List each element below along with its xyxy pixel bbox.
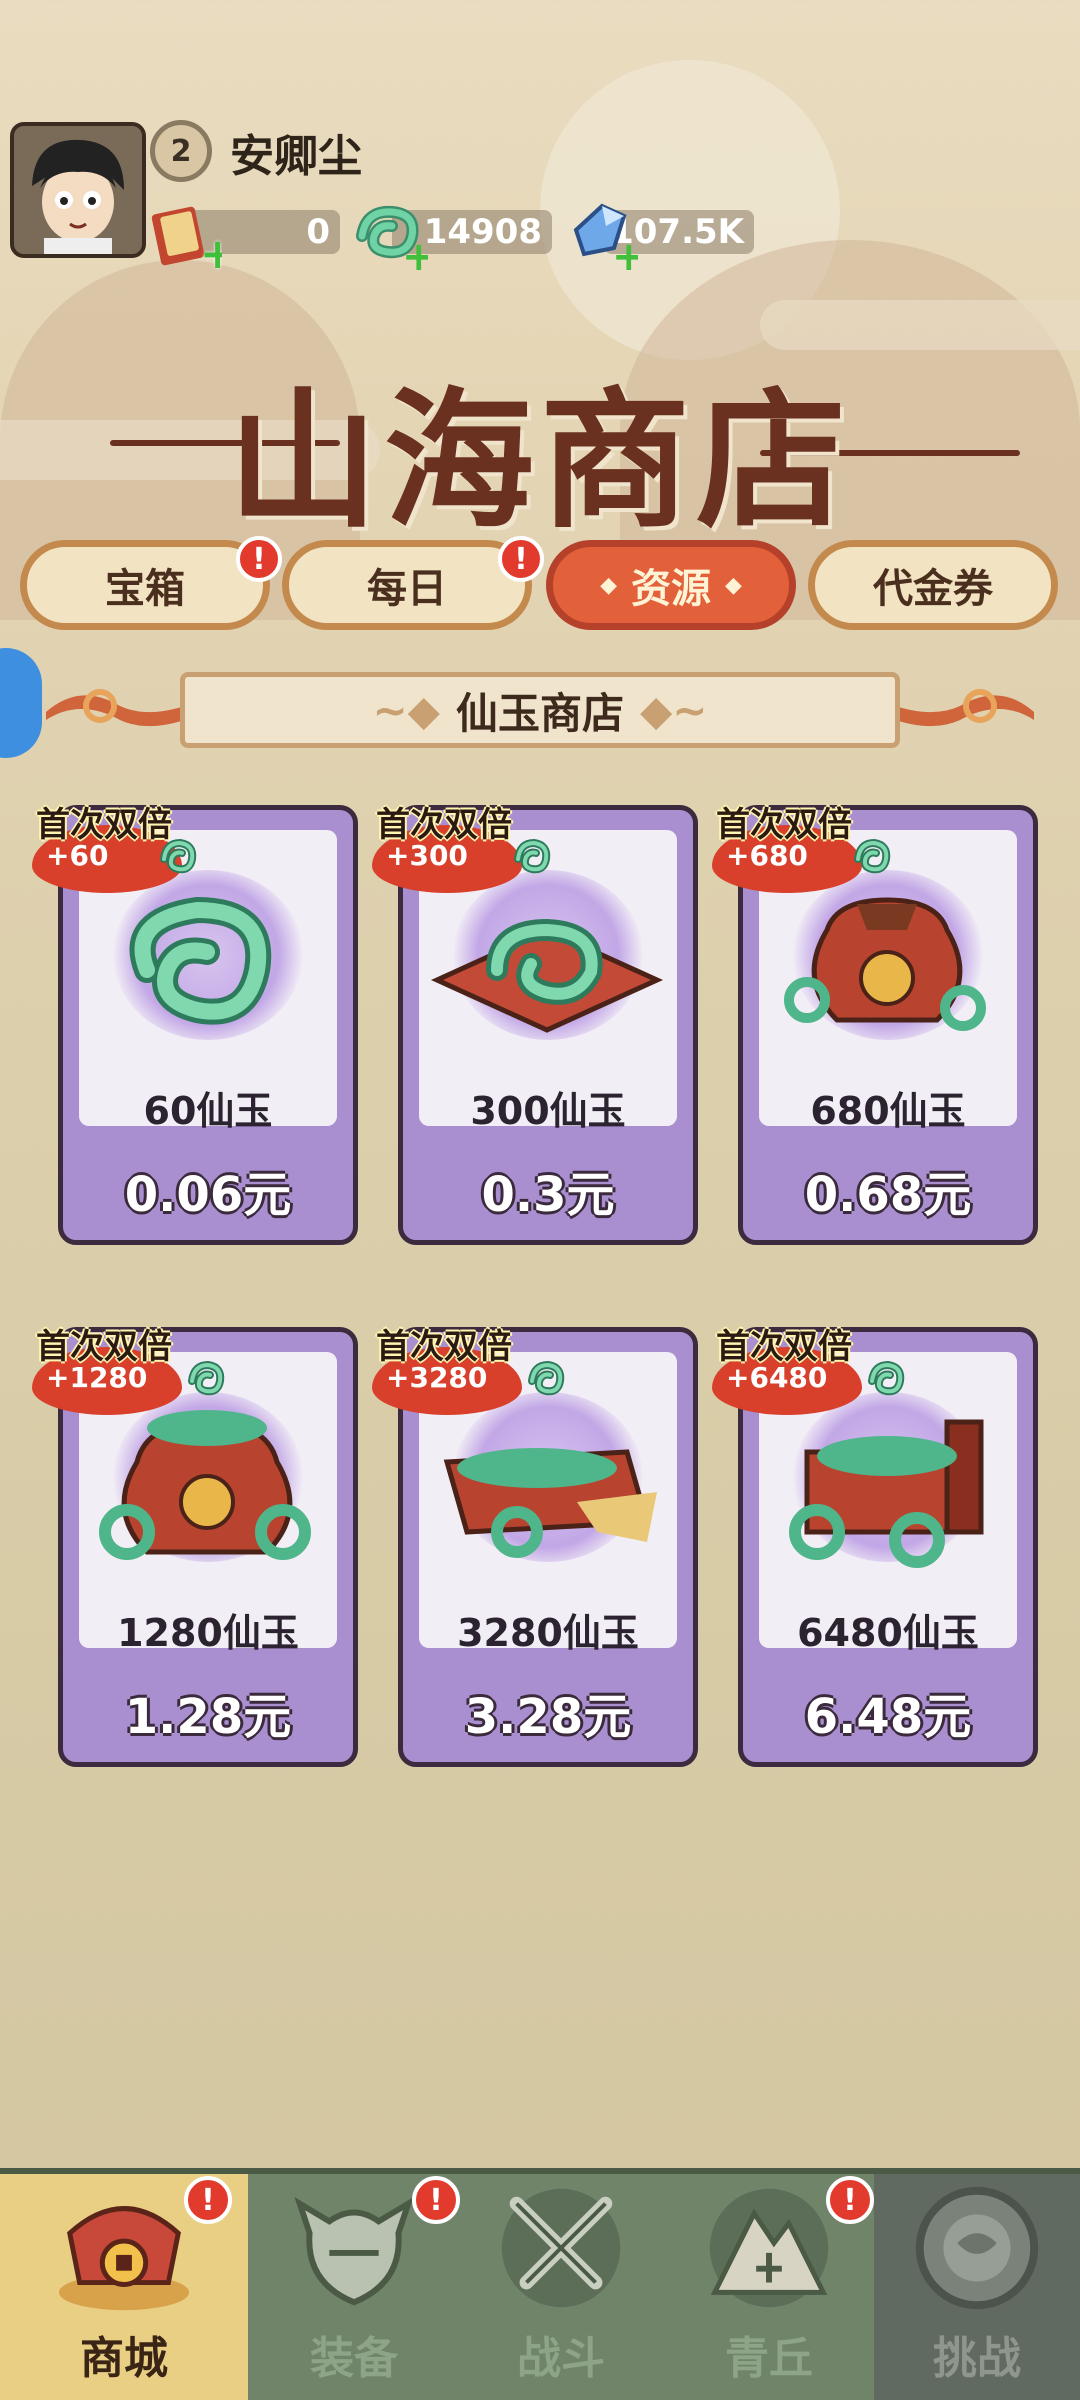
swirl-ornament-icon: ~◆ xyxy=(372,685,440,735)
product-quantity: 1280仙玉 xyxy=(117,1611,299,1655)
product-price-button[interactable]: 1.28元 xyxy=(63,1677,353,1747)
product-quantity: 680仙玉 xyxy=(810,1089,966,1133)
tab-treasure-chest-alert-badge: ! xyxy=(236,536,282,582)
floating-assist-button[interactable] xyxy=(0,648,42,758)
jade-coin-icon xyxy=(184,1357,228,1401)
jade-coin-icon xyxy=(850,835,894,879)
section-title: 仙玉商店 xyxy=(455,688,624,738)
bonus-amount: +1280 xyxy=(46,1361,148,1394)
jade-coin-icon xyxy=(864,1357,908,1401)
product-price-button[interactable]: 0.06元 xyxy=(63,1155,353,1225)
locked-orb-icon xyxy=(915,2186,1039,2310)
nav-label: 装备 xyxy=(310,2333,398,2384)
nav-battle[interactable]: 战斗 xyxy=(458,2174,664,2400)
tab-daily-alert-badge: ! xyxy=(498,536,544,582)
product-price-button[interactable]: 0.3元 xyxy=(403,1155,693,1225)
product-quantity: 6480仙玉 xyxy=(797,1611,979,1655)
product-price-button[interactable]: 0.68元 xyxy=(743,1155,1033,1225)
product-quantity: 3280仙玉 xyxy=(457,1611,639,1655)
shop-title: 山海商店 xyxy=(227,373,852,549)
mountain-peak-icon xyxy=(709,2188,829,2308)
mall-shop-icon xyxy=(58,2206,190,2311)
section-banner: ~◆ 仙玉商店 ◆~ xyxy=(180,672,900,748)
nav-label: 战斗 xyxy=(517,2333,605,2384)
nav-label: 商城 xyxy=(80,2333,168,2384)
jade-coin-icon[interactable]: + xyxy=(352,196,436,280)
product-quantity: 60仙玉 xyxy=(143,1089,273,1133)
tab-label: 资源 xyxy=(631,566,711,612)
bonus-amount: +3280 xyxy=(386,1361,488,1394)
tab-resources[interactable]: ◆ 资源 ◆ xyxy=(546,540,796,630)
svg-text:+: + xyxy=(612,234,638,272)
nav-mall-alert-badge: ! xyxy=(184,2176,232,2224)
player-level-badge: 2 xyxy=(150,120,212,182)
nav-equipment-alert-badge: ! xyxy=(412,2176,460,2224)
bonus-amount: +300 xyxy=(386,839,468,872)
player-avatar[interactable] xyxy=(10,122,146,258)
scroll-ticket-icon[interactable]: + xyxy=(146,196,235,278)
tab-treasure-chest[interactable]: 宝箱 xyxy=(20,540,270,630)
tab-label: 代金券 xyxy=(873,566,993,612)
crossed-swords-icon xyxy=(501,2188,621,2308)
product-price-button[interactable]: 6.48元 xyxy=(743,1677,1033,1747)
nav-label: 挑战 xyxy=(933,2333,1021,2384)
swirl-ornament-icon: ◆~ xyxy=(640,685,708,735)
nav-label: 青丘 xyxy=(725,2333,813,2384)
diamond-ornament-icon: ◆ xyxy=(725,572,742,598)
bonus-amount: +6480 xyxy=(726,1361,828,1394)
jade-coin-icon xyxy=(524,1357,568,1401)
jade-coin-icon xyxy=(510,835,554,879)
cloud-ornament-right-icon xyxy=(880,676,1040,740)
nav-challenge[interactable]: 挑战 xyxy=(874,2174,1080,2400)
product-quantity: 300仙玉 xyxy=(470,1089,626,1133)
tab-vouchers[interactable]: 代金券 xyxy=(808,540,1058,630)
tab-daily[interactable]: 每日 xyxy=(282,540,532,630)
bonus-amount: +60 xyxy=(46,839,109,872)
svg-text:+: + xyxy=(200,229,222,272)
jade-coin-icon xyxy=(156,835,200,879)
player-name: 安卿尘 xyxy=(230,131,362,182)
crystal-icon[interactable]: + xyxy=(562,196,646,280)
helmet-icon xyxy=(294,2196,414,2306)
diamond-ornament-icon: ◆ xyxy=(600,572,617,598)
product-price-button[interactable]: 3.28元 xyxy=(403,1677,693,1747)
bonus-amount: +680 xyxy=(726,839,808,872)
svg-text:+: + xyxy=(402,234,428,272)
cloud-ornament-left-icon xyxy=(40,676,200,740)
tab-label: 宝箱 xyxy=(105,566,185,612)
nav-qingqiu-alert-badge: ! xyxy=(826,2176,874,2224)
tab-label: 每日 xyxy=(367,566,447,612)
